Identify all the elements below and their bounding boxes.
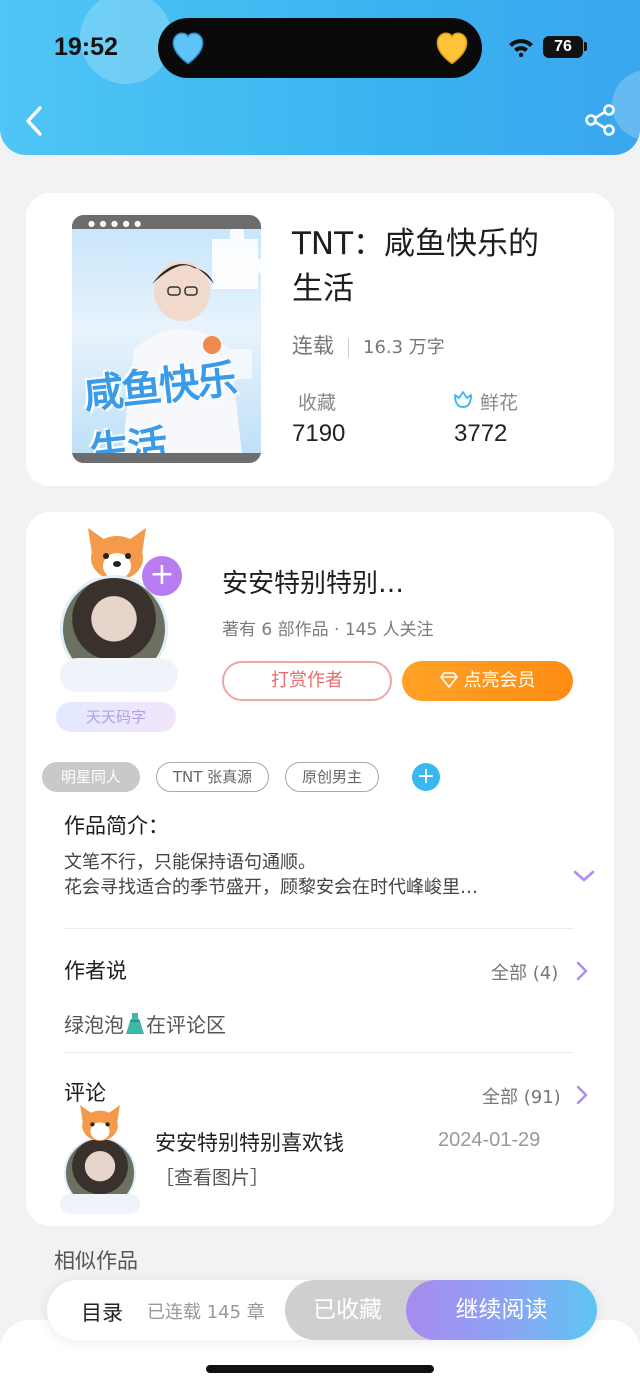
author-stats: 著有 6 部作品 · 145 人关注 <box>222 620 434 640</box>
cover-frame-top: ● ● ● ● ● <box>72 215 261 229</box>
section-divider <box>64 928 574 929</box>
chevron-right-icon[interactable] <box>576 1085 588 1105</box>
chevron-down-icon[interactable] <box>572 868 596 884</box>
comment-date: 2024-01-29 <box>438 1129 541 1151</box>
yellow-heart-icon <box>436 32 468 65</box>
author-name[interactable]: 安安特别特别… <box>222 563 404 600</box>
similar-works-title: 相似作品 <box>54 1249 138 1273</box>
author-says-all-link[interactable]: 全部 (4) <box>491 959 558 985</box>
chevron-right-icon[interactable] <box>576 961 588 981</box>
diamond-icon <box>439 672 458 688</box>
corgi-avatar-frame <box>80 1105 120 1141</box>
book-title-line: TNT：咸鱼快乐的 <box>292 226 540 262</box>
flowers-count: 3772 <box>454 420 508 447</box>
continue-reading-button[interactable]: 继续阅读 <box>406 1280 597 1340</box>
author-badge: 天天码字 <box>56 702 176 732</box>
favorites-label: 收藏 <box>298 392 337 414</box>
wifi-icon <box>509 39 533 57</box>
table-of-contents-button[interactable]: 目录 <box>81 1297 123 1327</box>
intro-line: 花会寻找适合的季节盛开，顾黎安会在时代峰峻里… <box>64 877 478 898</box>
meta-separator <box>348 337 349 358</box>
comment-text[interactable]: ［查看图片］ <box>155 1163 269 1190</box>
chapter-count: 已连载 145 章 <box>147 1302 265 1323</box>
avatar-cloud-decoration <box>60 1194 140 1214</box>
intro-text[interactable]: 文笔不行，只能保持语句通顺。 花会寻找适合的季节盛开，顾黎安会在时代峰峻里… <box>64 850 564 900</box>
cover-frame-bottom <box>72 453 261 463</box>
battery-nub <box>584 42 587 51</box>
vip-button-label: 点亮会员 <box>463 670 536 691</box>
follow-author-button[interactable]: + <box>142 556 182 596</box>
author-note: 绿泡泡 在评论区 <box>64 1009 226 1038</box>
favorites-count: 7190 <box>292 420 346 447</box>
intro-line: 文笔不行，只能保持语句通顺。 <box>64 852 316 873</box>
share-icon[interactable] <box>582 102 618 138</box>
tag-item[interactable]: TNT 张真源 <box>156 762 269 792</box>
book-title-line: 生活 <box>292 271 354 307</box>
tulip-icon <box>454 391 472 408</box>
blue-heart-icon <box>172 32 204 65</box>
home-indicator <box>206 1365 434 1373</box>
comment-user-name[interactable]: 安安特别特别喜欢钱 <box>155 1127 344 1157</box>
comments-all-link[interactable]: 全部 (91) <box>482 1083 561 1109</box>
intro-title: 作品简介： <box>64 814 169 838</box>
flowers-label: 鲜花 <box>480 392 519 414</box>
book-cover[interactable]: ● ● ● ● ● 咸鱼快乐生活 <box>72 215 261 463</box>
author-note-text: 绿泡泡 <box>64 1013 124 1037</box>
status-time: 19:52 <box>54 33 118 61</box>
serial-status: 连载 <box>292 334 334 358</box>
word-count: 16.3 万字 <box>363 337 445 358</box>
book-title: TNT：咸鱼快乐的 生活 <box>292 222 592 312</box>
add-tag-button[interactable]: + <box>412 763 440 791</box>
tag-item[interactable]: 原创男主 <box>285 762 379 792</box>
tag-item[interactable]: 明星同人 <box>42 762 140 792</box>
chevron-left-icon[interactable] <box>20 100 50 142</box>
author-note-text: 在评论区 <box>146 1013 226 1037</box>
battery-indicator: 76 <box>543 36 583 58</box>
avatar-cloud-decoration <box>60 658 178 692</box>
dress-icon <box>126 1013 144 1034</box>
section-divider <box>64 1052 574 1053</box>
book-meta: 连载 16.3 万字 <box>292 330 445 360</box>
author-says-title: 作者说 <box>64 959 127 983</box>
vip-button[interactable]: 点亮会员 <box>402 661 573 701</box>
cover-dots-decoration: ● ● ● ● ● <box>88 219 143 228</box>
cover-title-art: 咸鱼快乐生活 <box>81 356 238 463</box>
tip-author-button[interactable]: 打赏作者 <box>222 661 392 701</box>
